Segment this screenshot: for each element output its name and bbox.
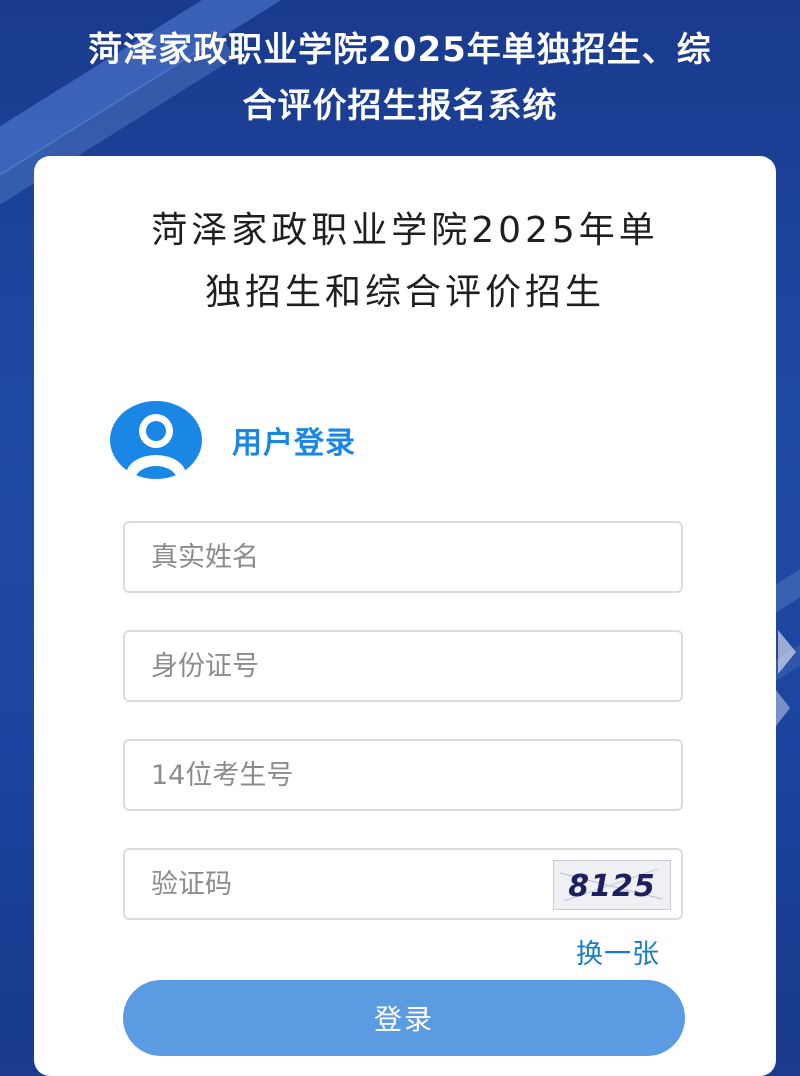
chevron-right-icon	[778, 630, 796, 674]
exam-number-input[interactable]	[125, 741, 551, 809]
name-input[interactable]	[125, 523, 551, 591]
header-title-line1: 菏泽家政职业学院2025年单独招生、综	[88, 30, 712, 70]
login-button[interactable]: 登录	[123, 980, 685, 1056]
user-avatar-icon	[110, 401, 202, 479]
chevron-right-icon	[776, 690, 790, 726]
id-field	[123, 630, 683, 702]
captcha-image[interactable]: 8125	[553, 860, 671, 910]
card-title-line1: 菏泽家政职业学院2025年单	[151, 210, 659, 251]
captcha-code-text: 8125	[568, 869, 656, 904]
captcha-field: 8125	[123, 848, 683, 920]
login-card: 菏泽家政职业学院2025年单 独招生和综合评价招生 用户登录 真实姓名 身份证号…	[34, 156, 776, 1076]
card-title-line2: 独招生和综合评价招生	[204, 272, 605, 313]
refresh-captcha-link[interactable]: 换一张	[576, 932, 660, 971]
login-header: 用户登录	[110, 400, 356, 480]
header-title-line2: 合评价招生报名系统	[242, 86, 558, 126]
name-field	[123, 521, 683, 593]
id-number-input[interactable]	[125, 632, 551, 700]
card-title: 菏泽家政职业学院2025年单 独招生和综合评价招生	[74, 200, 736, 324]
exam-number-field	[123, 739, 683, 811]
page-header-title: 菏泽家政职业学院2025年单独招生、综 合评价招生报名系统	[20, 22, 780, 134]
login-title: 用户登录	[232, 426, 356, 461]
captcha-input[interactable]	[125, 850, 551, 918]
